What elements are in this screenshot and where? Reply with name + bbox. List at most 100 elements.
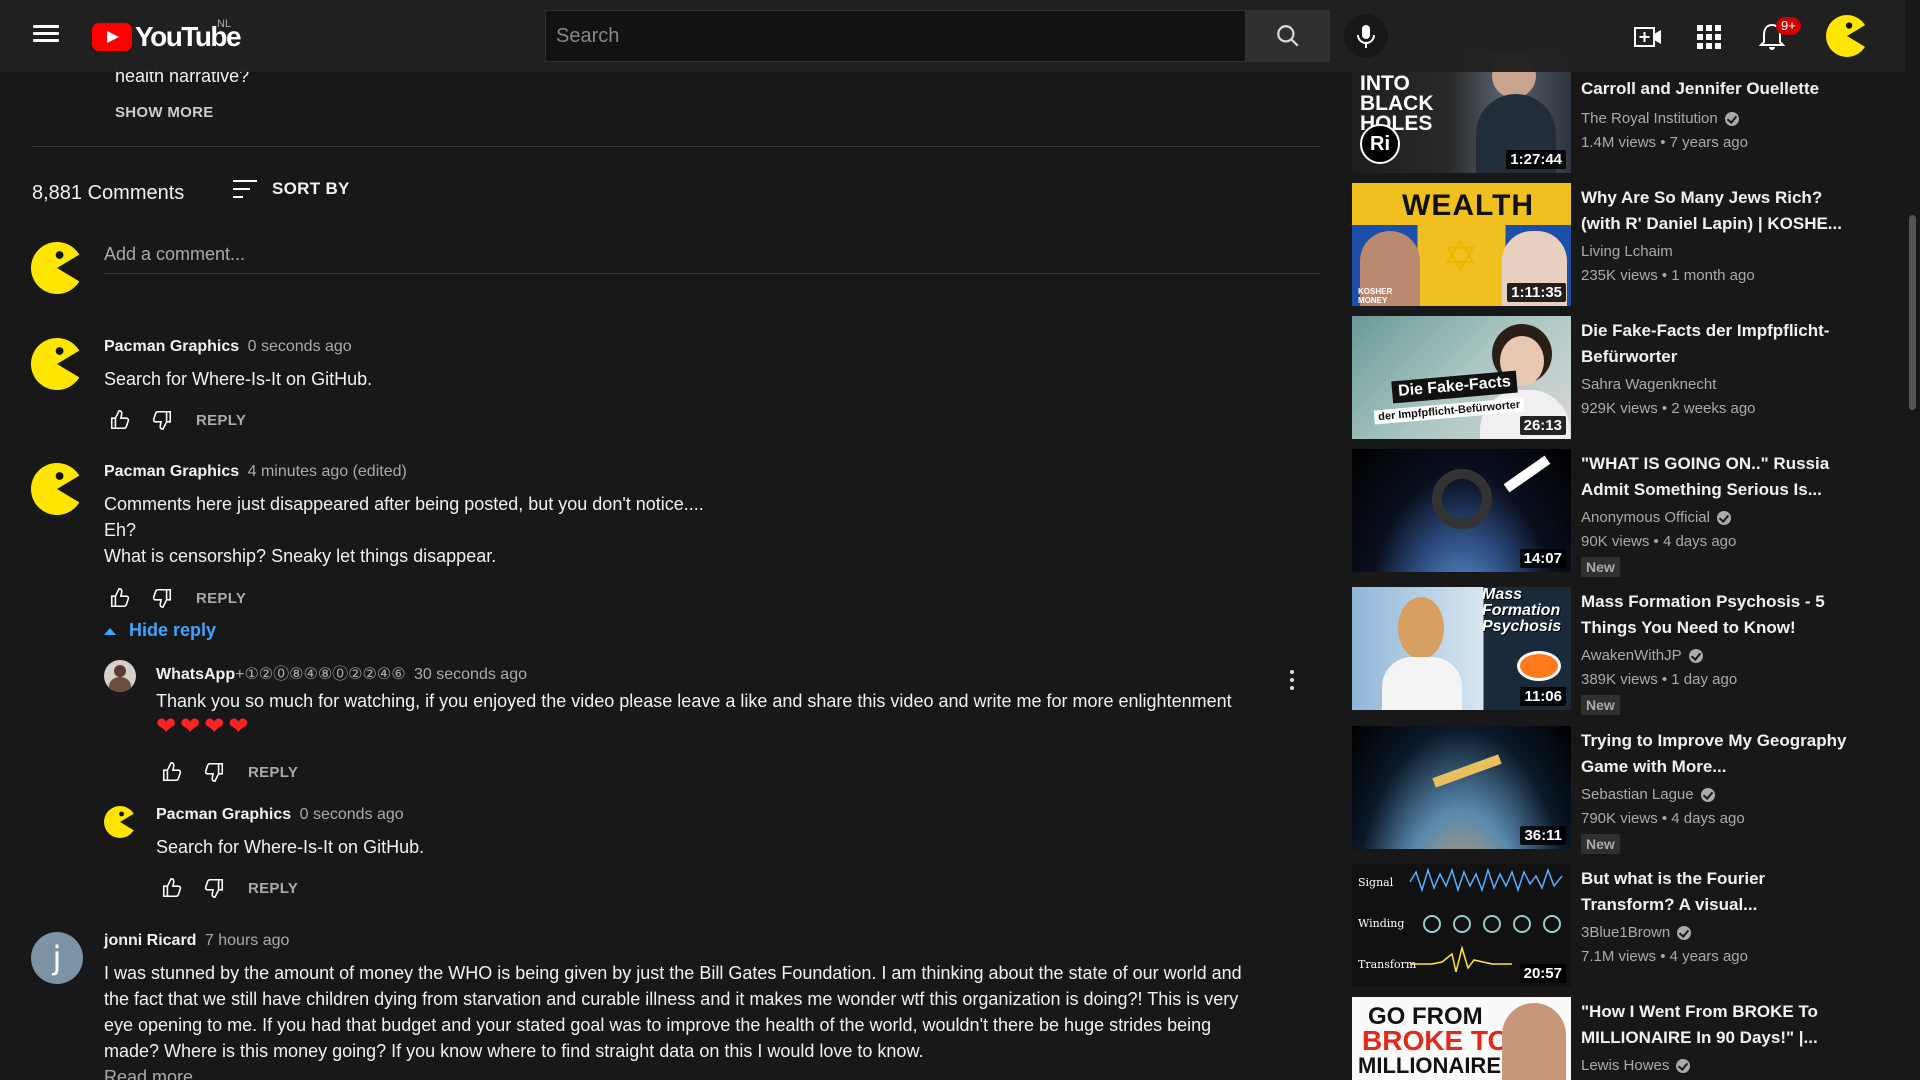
- channel-name[interactable]: The Royal Institution: [1581, 110, 1739, 127]
- comment-timestamp[interactable]: 0 seconds ago: [300, 806, 404, 823]
- scrollbar-thumb[interactable]: [1909, 215, 1916, 410]
- video-title[interactable]: "WHAT IS GOING ON.." Russia Admit Someth…: [1581, 451, 1861, 503]
- comment-line: Search for Where-Is-It on GitHub.: [104, 369, 373, 389]
- letter-avatar: j: [31, 932, 83, 984]
- avatar[interactable]: [104, 660, 136, 692]
- channel-name[interactable]: Sebastian Lague: [1581, 786, 1715, 803]
- video-thumbnail[interactable]: 14:07: [1352, 449, 1571, 572]
- reply-button[interactable]: REPLY: [248, 880, 298, 897]
- airplane-icon: [1432, 754, 1502, 788]
- page-scrollbar[interactable]: [1905, 0, 1920, 1080]
- comment-line: What is censorship? Sneaky let things di…: [104, 546, 497, 566]
- comment-actions: REPLY: [104, 582, 246, 614]
- dislike-button[interactable]: [198, 872, 230, 904]
- video-thumbnail[interactable]: Signal Winding Transform 20:57: [1352, 864, 1571, 987]
- comment-actions: REPLY: [156, 756, 298, 788]
- reply-button[interactable]: REPLY: [196, 590, 246, 607]
- recommended-video[interactable]: 14:07 "WHAT IS GOING ON.." Russia Admit …: [1352, 449, 1892, 577]
- add-comment-input[interactable]: Add a comment...: [104, 244, 1320, 274]
- show-more-button[interactable]: SHOW MORE: [115, 104, 214, 121]
- recommended-video[interactable]: Mass Formation Psychosis 11:06 Mass Form…: [1352, 587, 1892, 715]
- thumbs-down-icon: [204, 878, 224, 898]
- voice-search-button[interactable]: [1344, 14, 1388, 58]
- thumbnail-face: [1502, 1003, 1566, 1080]
- comment-author[interactable]: WhatsApp: [156, 666, 235, 683]
- comment-line: eye opening to me. If you had that budge…: [104, 1015, 1212, 1035]
- verified-icon: [1700, 787, 1715, 802]
- hide-reply-label: Hide reply: [129, 620, 217, 640]
- hide-reply-button[interactable]: Hide reply: [103, 620, 216, 641]
- reply-button[interactable]: REPLY: [196, 412, 246, 429]
- comment-author[interactable]: jonni Ricard: [104, 932, 196, 949]
- avatar[interactable]: j: [31, 932, 83, 984]
- comment-timestamp[interactable]: 30 seconds ago: [414, 666, 527, 683]
- thumbnail-text: Mass Formation Psychosis: [1482, 587, 1562, 635]
- channel-name[interactable]: 3Blue1Brown: [1581, 924, 1692, 941]
- comment-author[interactable]: Pacman Graphics: [104, 338, 239, 355]
- dislike-button[interactable]: [146, 582, 178, 614]
- account-avatar[interactable]: [1826, 15, 1868, 57]
- like-button[interactable]: [156, 756, 188, 788]
- sort-by-label: SORT BY: [272, 179, 350, 198]
- dislike-button[interactable]: [146, 404, 178, 436]
- recommended-video[interactable]: Signal Winding Transform 20:57 But what …: [1352, 864, 1892, 988]
- comment-timestamp[interactable]: 7 hours ago: [205, 932, 290, 949]
- thumbnail-small-text: KOSHER MONEY: [1358, 287, 1393, 305]
- sort-by-button[interactable]: SORT BY: [232, 178, 350, 200]
- like-button[interactable]: [156, 872, 188, 904]
- comment-text: Search for Where-Is-It on GitHub.: [156, 834, 424, 860]
- channel-name[interactable]: Lewis Howes: [1581, 1057, 1691, 1074]
- comment-timestamp[interactable]: 4 minutes ago (edited): [248, 463, 407, 480]
- reply-comment: WhatsApp+①②⓪⑧④⑧⓪②②④⑥ 30 seconds ago Than…: [104, 660, 1334, 785]
- comment-header: Pacman Graphics 0 seconds ago: [104, 338, 352, 356]
- video-title[interactable]: Carroll and Jennifer Ouellette: [1581, 76, 1861, 102]
- comment-line: Eh?: [104, 520, 137, 540]
- masthead: YouTube NL 9+: [0, 0, 1905, 72]
- video-title[interactable]: Mass Formation Psychosis - 5 Things You …: [1581, 589, 1861, 641]
- apps-grid-icon[interactable]: [1693, 21, 1725, 53]
- avatar[interactable]: [104, 806, 136, 838]
- like-button[interactable]: [104, 404, 136, 436]
- comment-author[interactable]: Pacman Graphics: [104, 463, 239, 480]
- verified-icon: [1724, 111, 1739, 126]
- avatar[interactable]: [31, 463, 83, 515]
- video-title[interactable]: Trying to Improve My Geography Game with…: [1581, 728, 1861, 780]
- search-button[interactable]: [1246, 10, 1330, 62]
- channel-name[interactable]: Sahra Wagenknecht: [1581, 376, 1716, 393]
- video-thumbnail[interactable]: GO FROM BROKE TO MILLIONAIRE: [1352, 997, 1571, 1080]
- thumbs-up-icon: [162, 762, 182, 782]
- video-thumbnail[interactable]: Die Fake-Facts der Impfpflicht-Befürwort…: [1352, 316, 1571, 439]
- avatar[interactable]: [31, 338, 83, 390]
- comment-author[interactable]: Pacman Graphics: [156, 806, 291, 823]
- like-button[interactable]: [104, 582, 136, 614]
- recommended-video[interactable]: GO FROM BROKE TO MILLIONAIRE "How I Went…: [1352, 997, 1892, 1080]
- thumbs-down-icon: [204, 762, 224, 782]
- dislike-button[interactable]: [198, 756, 230, 788]
- star-of-david-icon: ✡: [1442, 232, 1479, 281]
- video-duration: 1:27:44: [1506, 150, 1566, 169]
- channel-name[interactable]: Anonymous Official: [1581, 509, 1731, 526]
- video-thumbnail[interactable]: 36:11: [1352, 726, 1571, 849]
- channel-name[interactable]: AwakenWithJP: [1581, 647, 1703, 664]
- comment-header: Pacman Graphics 0 seconds ago: [156, 806, 404, 824]
- channel-name-text: Living Lchaim: [1581, 243, 1673, 260]
- video-duration: 20:57: [1519, 964, 1566, 983]
- read-more-link[interactable]: Read more: [104, 1064, 1304, 1080]
- create-video-icon[interactable]: [1632, 21, 1664, 53]
- video-title[interactable]: Die Fake-Facts der Impfpflicht-Befürwort…: [1581, 318, 1861, 370]
- reply-button[interactable]: REPLY: [248, 764, 298, 781]
- hamburger-menu-icon[interactable]: [30, 22, 62, 50]
- recommended-video[interactable]: WEALTH ✡ KOSHER MONEY 1:11:35 Why Are So…: [1352, 183, 1892, 307]
- video-thumbnail[interactable]: Mass Formation Psychosis 11:06: [1352, 587, 1571, 710]
- channel-name[interactable]: Living Lchaim: [1581, 243, 1673, 260]
- video-title[interactable]: "How I Went From BROKE To MILLIONAIRE In…: [1581, 999, 1861, 1051]
- more-options-icon[interactable]: [1280, 666, 1304, 694]
- comment-timestamp[interactable]: 0 seconds ago: [248, 338, 352, 355]
- video-title[interactable]: Why Are So Many Jews Rich? (with R' Dani…: [1581, 185, 1861, 237]
- search-input[interactable]: [545, 10, 1246, 62]
- comment-line: made? Where is this money going? If you …: [104, 1041, 924, 1061]
- video-thumbnail[interactable]: WEALTH ✡ KOSHER MONEY 1:11:35: [1352, 183, 1571, 306]
- recommended-video[interactable]: Die Fake-Facts der Impfpflicht-Befürwort…: [1352, 316, 1892, 440]
- recommended-video[interactable]: 36:11 Trying to Improve My Geography Gam…: [1352, 726, 1892, 854]
- video-title[interactable]: But what is the Fourier Transform? A vis…: [1581, 866, 1861, 918]
